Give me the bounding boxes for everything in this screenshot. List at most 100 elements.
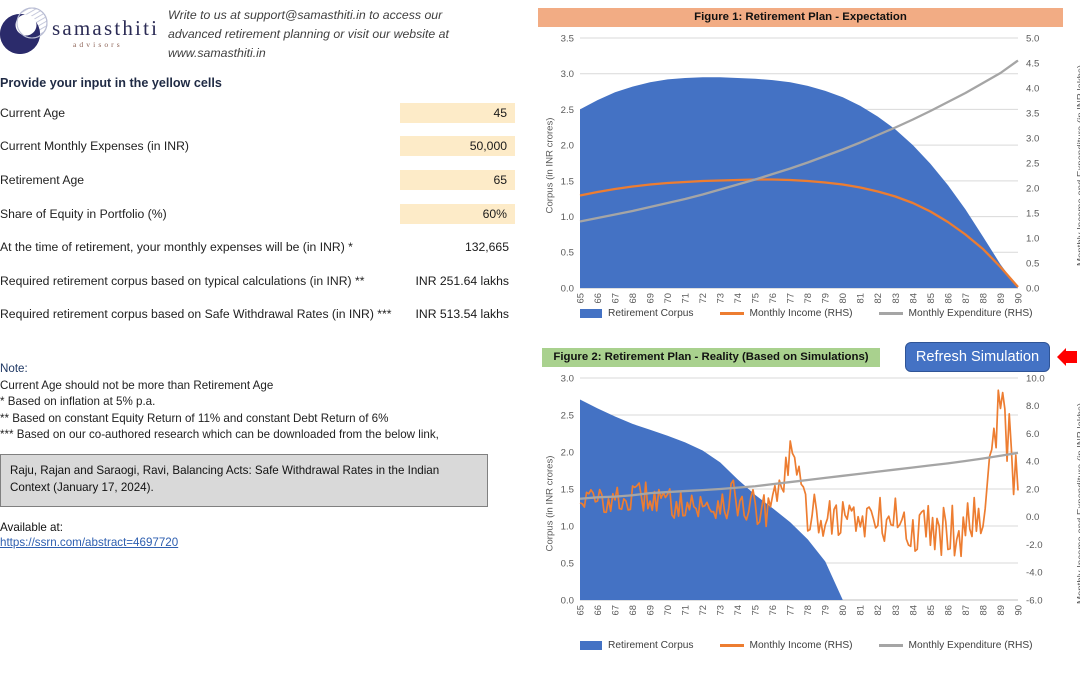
svg-text:75: 75 <box>750 293 761 303</box>
legend-label: Retirement Corpus <box>608 640 694 651</box>
legend-item-corpus: Retirement Corpus <box>580 640 694 651</box>
svg-text:72: 72 <box>697 605 708 615</box>
svg-text:73: 73 <box>715 293 726 303</box>
svg-text:65: 65 <box>574 605 585 615</box>
svg-text:6.0: 6.0 <box>1026 429 1039 440</box>
svg-text:-6.0: -6.0 <box>1026 595 1043 606</box>
samasthiti-logo-icon <box>0 7 48 54</box>
svg-text:77: 77 <box>785 293 796 303</box>
current-age-input[interactable]: 45 <box>400 102 515 123</box>
svg-text:84: 84 <box>907 605 918 615</box>
figure-2-legend: Retirement Corpus Monthly Income (RHS) M… <box>580 640 1033 651</box>
retirement-age-input[interactable]: 65 <box>400 169 515 190</box>
svg-text:66: 66 <box>592 293 603 303</box>
svg-text:75: 75 <box>750 605 761 615</box>
table-row: Current Monthly Expenses (in INR) 50,000 <box>0 130 520 164</box>
figure-1-legend: Retirement Corpus Monthly Income (RHS) M… <box>580 308 1033 319</box>
svg-text:90: 90 <box>1012 605 1023 615</box>
svg-text:79: 79 <box>820 293 831 303</box>
legend-label: Monthly Expenditure (RHS) <box>908 308 1033 319</box>
legend-item-expenditure: Monthly Expenditure (RHS) <box>878 640 1033 651</box>
svg-text:2.0: 2.0 <box>561 447 574 458</box>
input-instruction: Provide your input in the yellow cells <box>0 76 222 90</box>
svg-text:5.0: 5.0 <box>1026 33 1039 44</box>
svg-text:90: 90 <box>1012 293 1023 303</box>
income-swatch-icon <box>719 644 744 647</box>
legend-label: Retirement Corpus <box>608 308 694 319</box>
svg-text:78: 78 <box>802 605 813 615</box>
svg-text:3.0: 3.0 <box>1026 133 1039 144</box>
svg-text:88: 88 <box>977 293 988 303</box>
svg-text:8.0: 8.0 <box>1026 401 1039 412</box>
svg-text:72: 72 <box>697 293 708 303</box>
svg-text:79: 79 <box>820 605 831 615</box>
logo-wordmark: samasthiti <box>52 16 160 40</box>
svg-text:2.0: 2.0 <box>1026 484 1039 495</box>
svg-text:89: 89 <box>995 293 1006 303</box>
svg-text:76: 76 <box>767 605 778 615</box>
equity-share-input[interactable]: 60% <box>400 203 515 224</box>
legend-label: Monthly Income (RHS) <box>749 308 853 319</box>
svg-text:69: 69 <box>644 293 655 303</box>
svg-text:1.5: 1.5 <box>561 176 574 187</box>
note-line: *** Based on our co-authored research wh… <box>0 428 439 442</box>
ssrn-link[interactable]: https://ssrn.com/abstract=4697720 <box>0 536 520 549</box>
svg-text:3.5: 3.5 <box>1026 108 1039 119</box>
svg-text:67: 67 <box>609 293 620 303</box>
svg-text:2.5: 2.5 <box>561 410 574 421</box>
svg-text:85: 85 <box>925 293 936 303</box>
svg-text:69: 69 <box>644 605 655 615</box>
svg-text:-2.0: -2.0 <box>1026 540 1043 551</box>
svg-text:71: 71 <box>680 605 691 615</box>
svg-text:67: 67 <box>609 605 620 615</box>
svg-text:84: 84 <box>907 293 918 303</box>
monthly-expenses-input[interactable]: 50,000 <box>400 136 515 157</box>
legend-item-expenditure: Monthly Expenditure (RHS) <box>878 308 1033 319</box>
figure-1-block: Figure 1: Retirement Plan - Expectation … <box>520 0 1080 338</box>
svg-text:87: 87 <box>960 605 971 615</box>
svg-text:0.0: 0.0 <box>1026 512 1039 523</box>
table-row: Required retirement corpus based on Safe… <box>0 298 520 332</box>
svg-text:70: 70 <box>662 605 673 615</box>
table-row: Required retirement corpus based on typi… <box>0 264 520 298</box>
legend-item-corpus: Retirement Corpus <box>580 308 694 319</box>
logo: samasthiti advisors <box>0 4 157 56</box>
available-at-label: Available at: <box>0 520 63 534</box>
svg-text:1.0: 1.0 <box>561 521 574 532</box>
svg-text:1.5: 1.5 <box>1026 208 1039 219</box>
svg-text:83: 83 <box>890 293 901 303</box>
svg-text:1.0: 1.0 <box>1026 233 1039 244</box>
table-row: At the time of retirement, your monthly … <box>0 230 520 264</box>
row-label: At the time of retirement, your monthly … <box>0 240 353 255</box>
svg-text:0.5: 0.5 <box>1026 258 1039 269</box>
svg-text:70: 70 <box>662 293 673 303</box>
svg-text:77: 77 <box>785 605 796 615</box>
svg-text:10.0: 10.0 <box>1026 373 1045 384</box>
svg-text:73: 73 <box>715 605 726 615</box>
note-line: Current Age should not be more than Reti… <box>0 378 274 392</box>
svg-text:2.5: 2.5 <box>1026 158 1039 169</box>
svg-text:76: 76 <box>767 293 778 303</box>
svg-text:0.0: 0.0 <box>561 595 574 606</box>
svg-text:0.0: 0.0 <box>1026 283 1039 294</box>
svg-text:66: 66 <box>592 605 603 615</box>
table-row: Share of Equity in Portfolio (%) 60% <box>0 197 520 231</box>
spreadsheet-screen: samasthiti advisors Write to us at suppo… <box>0 0 1080 675</box>
svg-text:81: 81 <box>855 605 866 615</box>
svg-text:4.5: 4.5 <box>1026 58 1039 69</box>
svg-text:89: 89 <box>995 605 1006 615</box>
svg-text:88: 88 <box>977 605 988 615</box>
row-label: Required retirement corpus based on typi… <box>0 273 365 288</box>
figure-2-block: Figure 2: Retirement Plan - Reality (Bas… <box>520 338 1080 675</box>
svg-text:4.0: 4.0 <box>1026 83 1039 94</box>
legend-label: Monthly Income (RHS) <box>749 640 853 651</box>
svg-text:78: 78 <box>802 293 813 303</box>
svg-text:87: 87 <box>960 293 971 303</box>
svg-text:3.0: 3.0 <box>561 69 574 80</box>
corpus-swatch-icon <box>580 309 602 318</box>
figure-2-title: Figure 2: Retirement Plan - Reality (Bas… <box>542 348 880 367</box>
citation-box: Raju, Rajan and Saraogi, Ravi, Balancing… <box>0 453 488 507</box>
refresh-simulation-button[interactable]: Refresh Simulation <box>905 342 1050 372</box>
svg-text:85: 85 <box>925 605 936 615</box>
note-line: * Based on inflation at 5% p.a. <box>0 395 156 409</box>
